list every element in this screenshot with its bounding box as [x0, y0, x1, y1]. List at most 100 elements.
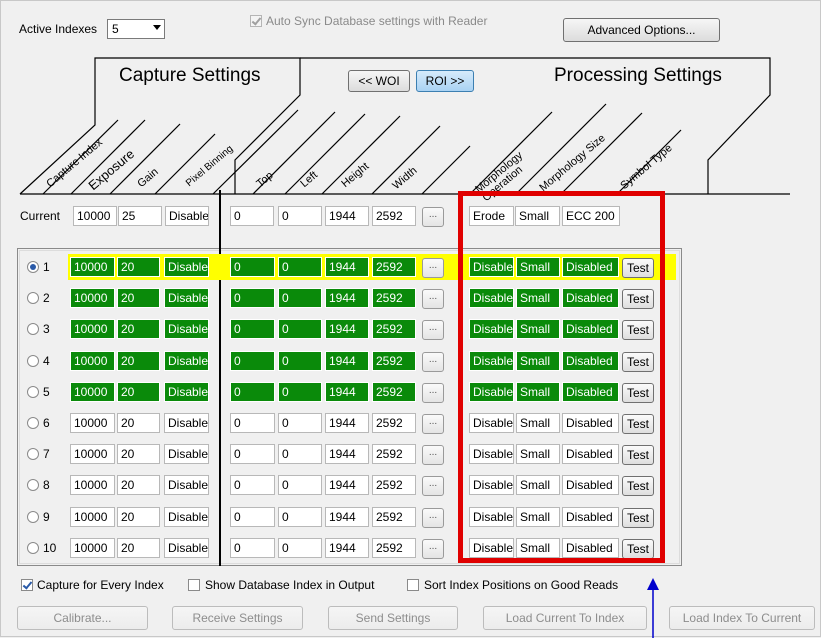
row-7-left[interactable]: 0: [278, 444, 322, 464]
row-6-height[interactable]: 1944: [325, 413, 369, 433]
show-db-index-checkbox[interactable]: [188, 579, 200, 591]
row-4-top[interactable]: 0: [230, 351, 275, 371]
row-radio-4[interactable]: [27, 355, 39, 367]
row-6-top[interactable]: 0: [230, 413, 275, 433]
row-7-binning[interactable]: Disable: [164, 444, 209, 464]
row-3-width[interactable]: 2592: [372, 319, 416, 339]
row-10-gain[interactable]: 20: [117, 538, 160, 558]
row-3-left[interactable]: 0: [278, 319, 322, 339]
row-radio-9[interactable]: [27, 511, 39, 523]
row-7-roi-ellipsis-button[interactable]: ...: [422, 445, 444, 465]
row-2-exposure[interactable]: 10000: [70, 288, 115, 308]
row-4-gain[interactable]: 20: [117, 351, 160, 371]
row-8-width[interactable]: 2592: [372, 475, 416, 495]
load-current-to-index-button[interactable]: Load Current To Index: [483, 606, 647, 630]
row-3-top[interactable]: 0: [230, 319, 275, 339]
row-5-exposure[interactable]: 10000: [70, 382, 115, 402]
row-2-binning[interactable]: Disable: [164, 288, 209, 308]
row-2-gain[interactable]: 20: [117, 288, 160, 308]
row-3-binning[interactable]: Disable: [164, 319, 209, 339]
sort-index-checkbox[interactable]: [407, 579, 419, 591]
row-5-top[interactable]: 0: [230, 382, 275, 402]
row-9-binning[interactable]: Disable: [164, 507, 209, 527]
row-4-roi-ellipsis-button[interactable]: ...: [422, 352, 444, 372]
row-10-height[interactable]: 1944: [325, 538, 369, 558]
row-6-exposure[interactable]: 10000: [70, 413, 115, 433]
row-7-height[interactable]: 1944: [325, 444, 369, 464]
row-3-gain[interactable]: 20: [117, 319, 160, 339]
capture-every-index-checkbox[interactable]: [21, 579, 33, 591]
row-8-left[interactable]: 0: [278, 475, 322, 495]
current-top[interactable]: 0: [230, 206, 274, 226]
row-6-width[interactable]: 2592: [372, 413, 416, 433]
row-5-gain[interactable]: 20: [117, 382, 160, 402]
row-5-roi-ellipsis-button[interactable]: ...: [422, 383, 444, 403]
calibrate-button[interactable]: Calibrate...: [17, 606, 148, 630]
row-1-roi-ellipsis-button[interactable]: ...: [422, 258, 444, 278]
row-1-top[interactable]: 0: [230, 257, 275, 277]
current-width[interactable]: 2592: [372, 206, 416, 226]
row-5-left[interactable]: 0: [278, 382, 322, 402]
row-1-height[interactable]: 1944: [325, 257, 369, 277]
row-7-top[interactable]: 0: [230, 444, 275, 464]
row-8-height[interactable]: 1944: [325, 475, 369, 495]
row-10-roi-ellipsis-button[interactable]: ...: [422, 539, 444, 559]
current-gain[interactable]: 25: [118, 206, 162, 226]
row-5-height[interactable]: 1944: [325, 382, 369, 402]
current-binning[interactable]: Disable: [165, 206, 209, 226]
row-4-left[interactable]: 0: [278, 351, 322, 371]
row-4-width[interactable]: 2592: [372, 351, 416, 371]
row-radio-8[interactable]: [27, 479, 39, 491]
row-radio-5[interactable]: [27, 386, 39, 398]
load-index-to-current-button[interactable]: Load Index To Current: [669, 606, 815, 630]
row-8-roi-ellipsis-button[interactable]: ...: [422, 476, 444, 496]
receive-settings-button[interactable]: Receive Settings: [172, 606, 303, 630]
row-1-binning[interactable]: Disable: [164, 257, 209, 277]
row-8-binning[interactable]: Disable: [164, 475, 209, 495]
row-3-exposure[interactable]: 10000: [70, 319, 115, 339]
row-7-gain[interactable]: 20: [117, 444, 160, 464]
row-9-roi-ellipsis-button[interactable]: ...: [422, 508, 444, 528]
row-9-gain[interactable]: 20: [117, 507, 160, 527]
row-2-top[interactable]: 0: [230, 288, 275, 308]
row-1-gain[interactable]: 20: [117, 257, 160, 277]
row-2-roi-ellipsis-button[interactable]: ...: [422, 289, 444, 309]
row-2-width[interactable]: 2592: [372, 288, 416, 308]
row-radio-7[interactable]: [27, 448, 39, 460]
row-radio-3[interactable]: [27, 323, 39, 335]
row-7-exposure[interactable]: 10000: [70, 444, 115, 464]
row-8-top[interactable]: 0: [230, 475, 275, 495]
row-10-binning[interactable]: Disable: [164, 538, 209, 558]
row-9-exposure[interactable]: 10000: [70, 507, 115, 527]
row-radio-2[interactable]: [27, 292, 39, 304]
current-roi-ellipsis-button[interactable]: ...: [422, 207, 444, 227]
row-8-gain[interactable]: 20: [117, 475, 160, 495]
row-radio-1[interactable]: [27, 261, 39, 273]
woi-button[interactable]: << WOI: [348, 70, 410, 92]
row-5-binning[interactable]: Disable: [164, 382, 209, 402]
row-6-left[interactable]: 0: [278, 413, 322, 433]
row-radio-10[interactable]: [27, 542, 39, 554]
roi-button[interactable]: ROI >>: [416, 70, 474, 92]
current-left[interactable]: 0: [278, 206, 322, 226]
row-10-width[interactable]: 2592: [372, 538, 416, 558]
row-radio-6[interactable]: [27, 417, 39, 429]
row-7-width[interactable]: 2592: [372, 444, 416, 464]
row-3-height[interactable]: 1944: [325, 319, 369, 339]
row-1-width[interactable]: 2592: [372, 257, 416, 277]
row-9-height[interactable]: 1944: [325, 507, 369, 527]
send-settings-button[interactable]: Send Settings: [328, 606, 458, 630]
row-3-roi-ellipsis-button[interactable]: ...: [422, 320, 444, 340]
row-10-left[interactable]: 0: [278, 538, 322, 558]
row-8-exposure[interactable]: 10000: [70, 475, 115, 495]
row-9-width[interactable]: 2592: [372, 507, 416, 527]
row-10-top[interactable]: 0: [230, 538, 275, 558]
row-6-binning[interactable]: Disable: [164, 413, 209, 433]
current-exposure[interactable]: 10000: [73, 206, 117, 226]
row-9-left[interactable]: 0: [278, 507, 322, 527]
row-2-left[interactable]: 0: [278, 288, 322, 308]
row-4-height[interactable]: 1944: [325, 351, 369, 371]
row-10-exposure[interactable]: 10000: [70, 538, 115, 558]
row-1-exposure[interactable]: 10000: [70, 257, 115, 277]
row-2-height[interactable]: 1944: [325, 288, 369, 308]
